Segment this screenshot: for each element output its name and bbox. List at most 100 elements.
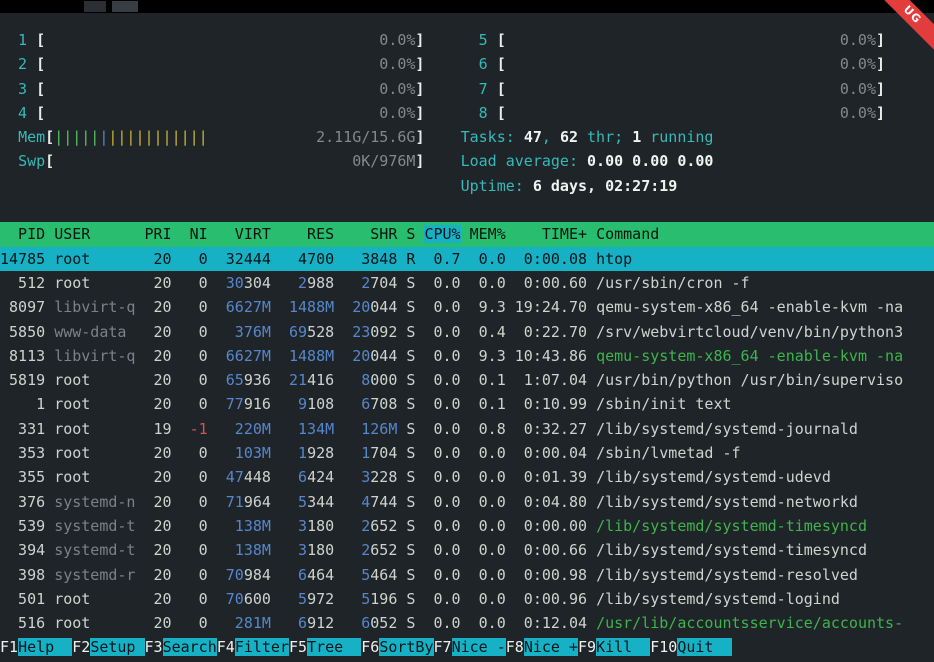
gap xyxy=(461,420,470,438)
gap xyxy=(208,323,217,341)
res: 180 xyxy=(307,517,334,535)
command: /lib/systemd/systemd-udevd xyxy=(596,468,831,486)
cpu-percent: 0.0 xyxy=(424,468,460,486)
fkey-f2[interactable]: F2Setup xyxy=(72,638,144,656)
user: root xyxy=(54,468,135,486)
gap xyxy=(54,152,352,170)
shr: 704 xyxy=(370,444,397,462)
process-row[interactable]: 14785 root 20 0 32444 4700 3848 R 0.7 0.… xyxy=(0,247,934,271)
window-chrome-fragment xyxy=(112,1,138,12)
cpu-percent: 0.0 xyxy=(424,517,460,535)
process-row[interactable]: 501 root 20 0 70600 5972 5196 S 0.0 0.0 … xyxy=(0,587,934,611)
shr: 708 xyxy=(370,395,397,413)
cpu-meter-value: 0.0% xyxy=(506,55,876,73)
cpu-meter-id: 7 xyxy=(461,80,497,98)
command: /lib/systemd/systemd-timesyncd xyxy=(596,517,867,535)
time-plus: 0:12.04 xyxy=(515,614,587,632)
cpu-meter-row: 2 [ 0.0%] 6 [ 0.0%] xyxy=(0,52,934,76)
process-row[interactable]: 355 root 20 0 47448 6424 3228 S 0.0 0.0 … xyxy=(0,465,934,489)
gap xyxy=(506,517,515,535)
gap xyxy=(45,541,54,559)
fkey-f7[interactable]: F7Nice - xyxy=(434,638,506,656)
column-header-shr[interactable]: SHR xyxy=(343,225,397,243)
mem-percent: 0.0 xyxy=(470,468,506,486)
fkey-f10[interactable]: F10Quit xyxy=(650,638,731,656)
gap xyxy=(587,225,596,243)
process-row[interactable]: 512 root 20 0 30304 2988 2704 S 0.0 0.0 … xyxy=(0,271,934,295)
nice: 0 xyxy=(181,274,208,292)
process-row[interactable]: 8113 libvirt-q 20 0 6627M 1488M 20044 S … xyxy=(0,344,934,368)
column-header-time[interactable]: TIME+ xyxy=(515,225,587,243)
column-header-pid[interactable]: PID xyxy=(0,225,45,243)
column-header-cpu[interactable]: CPU% xyxy=(424,225,460,243)
column-header-ni[interactable]: NI xyxy=(181,225,208,243)
column-header-user[interactable]: USER xyxy=(54,225,135,243)
priority: 20 xyxy=(145,590,172,608)
column-header-mem[interactable]: MEM% xyxy=(470,225,506,243)
mem-percent: 0.0 xyxy=(470,590,506,608)
nice: 0 xyxy=(181,517,208,535)
gap xyxy=(587,590,596,608)
gap xyxy=(271,541,280,559)
column-header-virt[interactable]: VIRT xyxy=(217,225,271,243)
time-plus: 0:01.39 xyxy=(515,468,587,486)
mem-percent: 0.0 xyxy=(470,274,506,292)
priority: 20 xyxy=(145,614,172,632)
res: 5 xyxy=(280,493,307,511)
gap xyxy=(424,55,460,73)
column-header-pri[interactable]: PRI xyxy=(145,225,172,243)
cpu-meter-id: 6 xyxy=(461,55,497,73)
cpu-meter-value: 0.0% xyxy=(506,104,876,122)
column-header-command[interactable]: Command xyxy=(596,225,659,243)
process-row[interactable]: 331 root 19 -1 220M 134M 126M S 0.0 0.8 … xyxy=(0,417,934,441)
gap xyxy=(461,371,470,389)
virt: 77 xyxy=(217,395,244,413)
process-row[interactable]: 394 systemd-t 20 0 138M 3180 2652 S 0.0 … xyxy=(0,538,934,562)
fkey-key: F1 xyxy=(0,638,18,656)
gap xyxy=(461,250,470,268)
virt: 936 xyxy=(244,371,271,389)
meter-open-bracket: [ xyxy=(36,55,45,73)
process-row[interactable]: 8097 libvirt-q 20 0 6627M 1488M 20044 S … xyxy=(0,295,934,319)
fkey-f8[interactable]: F8Nice + xyxy=(506,638,578,656)
shr: 2 xyxy=(343,541,370,559)
gap xyxy=(271,274,280,292)
cpu-meter-value: 0.0% xyxy=(45,104,415,122)
process-row[interactable]: 353 root 20 0 103M 1928 1704 S 0.0 0.0 0… xyxy=(0,441,934,465)
res: 180 xyxy=(307,541,334,559)
gap xyxy=(334,590,343,608)
cpu-percent: 0.0 xyxy=(424,371,460,389)
gap xyxy=(424,31,460,49)
fkey-f5[interactable]: F5Tree xyxy=(289,638,361,656)
fkey-f4[interactable]: F4Filter xyxy=(217,638,289,656)
process-row[interactable]: 5819 root 20 0 65936 21416 8000 S 0.0 0.… xyxy=(0,368,934,392)
user: root xyxy=(54,250,135,268)
process-row[interactable]: 5850 www-data 20 0 376M 69528 23092 S 0.… xyxy=(0,320,934,344)
gap xyxy=(172,420,181,438)
load-5min: 0.00 xyxy=(632,152,668,170)
process-row[interactable]: 539 systemd-t 20 0 138M 3180 2652 S 0.0 … xyxy=(0,514,934,538)
process-row[interactable]: 398 systemd-r 20 0 70984 6464 5464 S 0.0… xyxy=(0,563,934,587)
meter-open-bracket: [ xyxy=(497,31,506,49)
gap xyxy=(135,444,144,462)
column-header-res[interactable]: RES xyxy=(280,225,334,243)
process-row[interactable]: 1 root 20 0 77916 9108 6708 S 0.0 0.1 0:… xyxy=(0,392,934,416)
mem-percent: 0.1 xyxy=(470,371,506,389)
virt: 444 xyxy=(244,250,271,268)
gap xyxy=(45,468,54,486)
command: /usr/lib/accountsservice/accounts- xyxy=(596,614,903,632)
gap xyxy=(334,274,343,292)
user: root xyxy=(54,614,135,632)
fkey-f1[interactable]: F1Help xyxy=(0,638,72,656)
nice: 0 xyxy=(181,493,208,511)
process-row[interactable]: 376 systemd-n 20 0 71964 5344 4744 S 0.0… xyxy=(0,490,934,514)
shr: 704 xyxy=(370,274,397,292)
fkey-f9[interactable]: F9Kill xyxy=(578,638,650,656)
fkey-f6[interactable]: F6SortBy xyxy=(361,638,433,656)
gap xyxy=(587,347,596,365)
fkey-f3[interactable]: F3Search xyxy=(145,638,217,656)
process-row[interactable]: 516 root 20 0 281M 6912 6052 S 0.0 0.0 0… xyxy=(0,611,934,635)
res: 344 xyxy=(307,493,334,511)
fkey-label: Filter xyxy=(235,638,289,656)
time-plus: 0:00.98 xyxy=(515,566,587,584)
